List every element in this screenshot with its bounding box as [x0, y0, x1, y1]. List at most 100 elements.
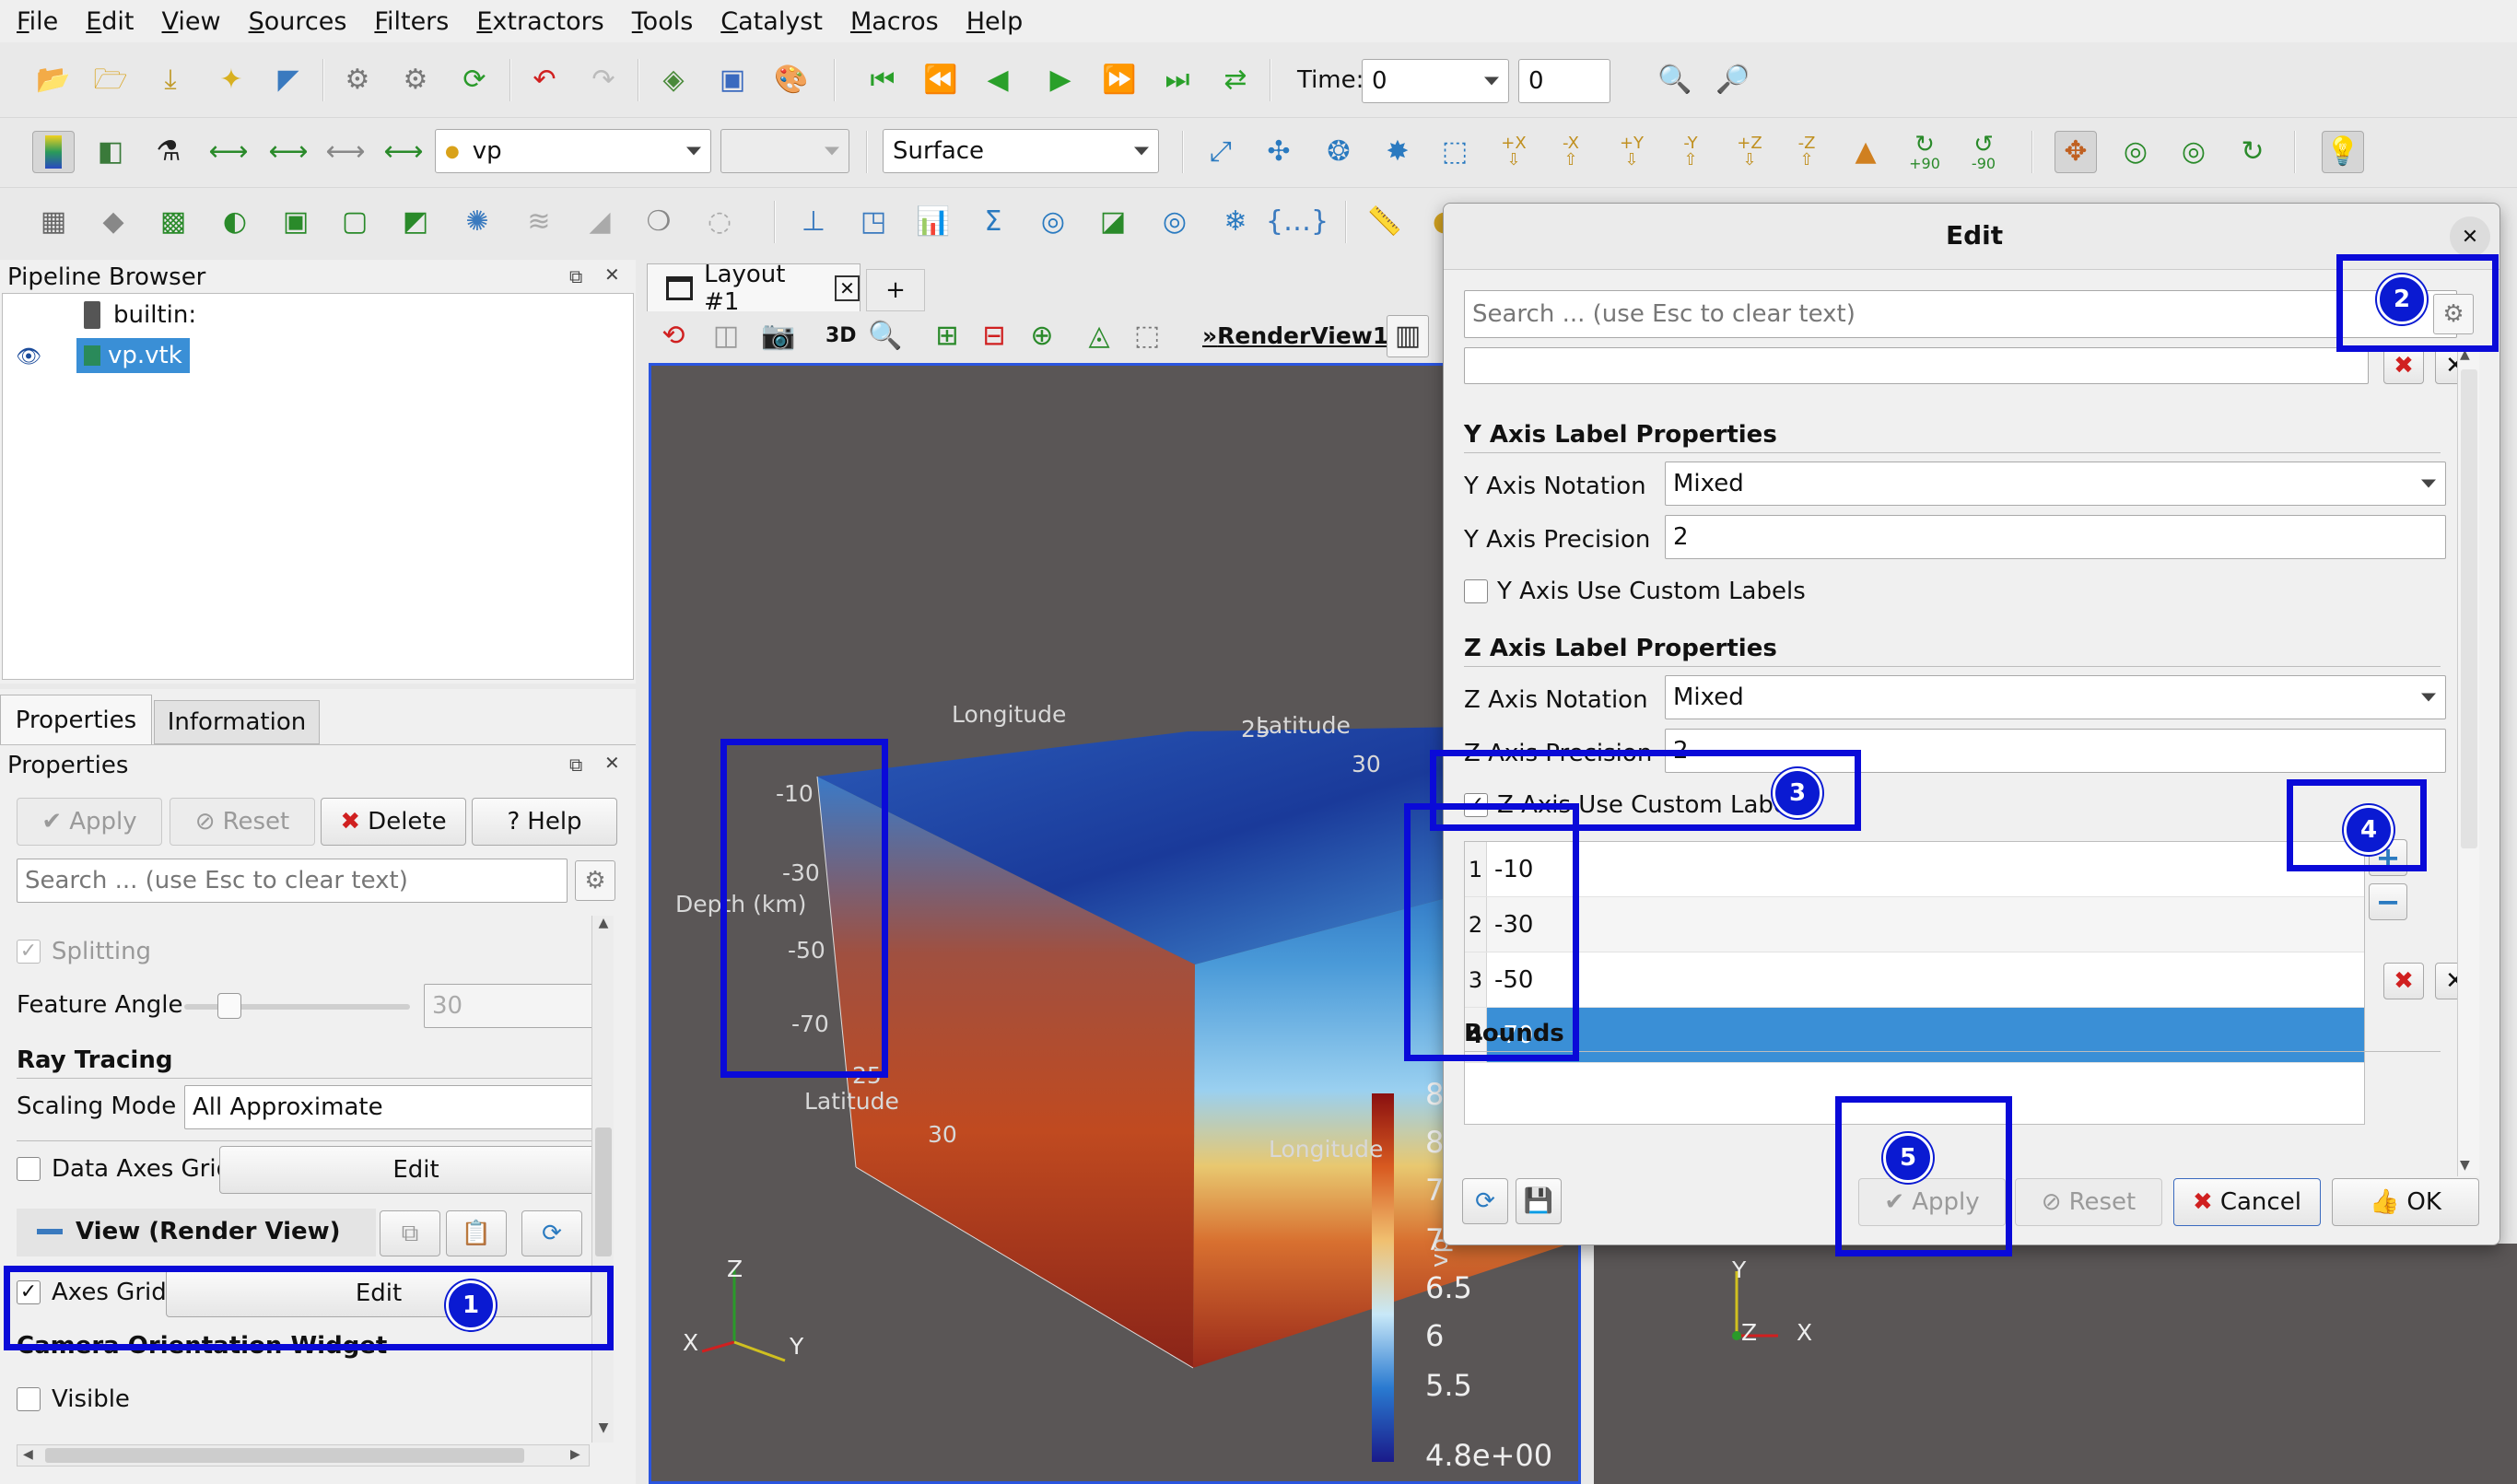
dialog-gear-icon[interactable]: ⚙	[2433, 294, 2474, 334]
reset-center-icon[interactable]: ◎	[2172, 131, 2215, 173]
timestep-spinbox[interactable]: 0	[1518, 59, 1610, 103]
component-combo[interactable]	[720, 129, 849, 173]
pipeline-item-builtin[interactable]: builtin:	[113, 301, 196, 329]
advanced-gear-icon[interactable]: ⚙	[575, 860, 615, 901]
scroll-right-icon[interactable]: ▶	[570, 1447, 580, 1462]
rescale-temporal-icon[interactable]: ⟷	[324, 131, 367, 173]
remove-all-icon-top[interactable]: ✖	[2383, 347, 2424, 384]
table-row[interactable]: 3 -50	[1465, 952, 2364, 1008]
histogram-icon[interactable]: 📊	[912, 201, 954, 243]
extract-selection-icon[interactable]: ◎	[1153, 201, 1196, 243]
capture-views-icon[interactable]: ⟲	[652, 315, 695, 357]
z-precision-input[interactable]: 2	[1665, 729, 2446, 773]
h-scroll-thumb[interactable]	[45, 1448, 524, 1463]
play-icon[interactable]: ▶	[1039, 59, 1082, 101]
scroll-down-icon[interactable]: ▼	[594, 1420, 613, 1441]
open-icon[interactable]: 📂	[32, 59, 75, 101]
view-plus-x-icon[interactable]: +X ⇩	[1493, 131, 1535, 173]
scroll-up-icon[interactable]: ▲	[594, 916, 613, 936]
find-data-icon[interactable]: 🔍	[1654, 59, 1696, 101]
python-calculator-icon[interactable]: Σ	[972, 201, 1014, 243]
center-axes-icon[interactable]: ✥	[2055, 131, 2097, 173]
pick-center-icon[interactable]: ↻	[2231, 131, 2274, 173]
secondary-render-view[interactable]: Y Z X	[1594, 1244, 2517, 1484]
zoom-closest-icon[interactable]: ✸	[1376, 131, 1419, 173]
z-notation-combo[interactable]: Mixed	[1665, 675, 2446, 719]
save-data-icon[interactable]: ⤓	[149, 59, 192, 101]
menu-sources[interactable]: Sources	[249, 7, 347, 36]
tab-information[interactable]: Information	[154, 700, 320, 744]
disconnect-icon[interactable]: ⚙	[394, 59, 437, 101]
view-minus-y-icon[interactable]: -Y ⇧	[1669, 131, 1712, 173]
close-tab-icon[interactable]: ✕	[834, 275, 860, 301]
dialog-restore-icon[interactable]: ⟳	[1462, 1178, 1508, 1224]
group-icon[interactable]: ◢	[579, 201, 621, 243]
menu-filters[interactable]: Filters	[374, 7, 449, 36]
select-frustum-icon[interactable]: ⊕	[1021, 315, 1063, 357]
rescale-visible-icon[interactable]: ⟷	[382, 131, 425, 173]
rescale-custom-icon[interactable]: ⟷	[267, 131, 310, 173]
slice-icon[interactable]: ◐	[214, 201, 256, 243]
next-frame-icon[interactable]: ⏩	[1098, 59, 1141, 101]
dialog-scroll-thumb[interactable]	[2461, 369, 2477, 848]
rotate-plus-90-icon[interactable]: ↻ +90	[1903, 131, 1946, 173]
float-properties-icon[interactable]: ⧉	[569, 754, 582, 776]
previous-custom-labels-input[interactable]	[1464, 347, 2369, 384]
clip-icon[interactable]: ▩	[152, 201, 194, 243]
dialog-apply-button[interactable]: ✔ Apply	[1858, 1178, 2006, 1226]
tab-properties[interactable]: Properties	[0, 695, 152, 744]
remove-label-minus-icon[interactable]: −	[2369, 883, 2407, 920]
plot-data-icon[interactable]: ◎	[1032, 201, 1074, 243]
dialog-scroll-down-icon[interactable]: ▼	[2460, 1158, 2470, 1173]
close-properties-icon[interactable]: ✕	[604, 752, 620, 774]
y-custom-labels-checkbox[interactable]	[1464, 579, 1488, 603]
select-block-icon[interactable]: ⬚	[1126, 315, 1168, 357]
help-button[interactable]: ? Help	[472, 798, 617, 846]
color-by-combo[interactable]: ● vp	[435, 129, 711, 173]
select-cells-icon[interactable]: ⊞	[926, 315, 968, 357]
play-reverse-icon[interactable]: ◀	[977, 59, 1019, 101]
y-precision-input[interactable]: 2	[1665, 515, 2446, 559]
menu-help[interactable]: Help	[966, 7, 1024, 36]
dialog-save-icon[interactable]: 💾	[1516, 1178, 1562, 1224]
menu-catalyst[interactable]: Catalyst	[720, 7, 823, 36]
palette-icon[interactable]: 🎨	[770, 59, 813, 101]
delete-button[interactable]: ✖ Delete	[321, 798, 466, 846]
scroll-left-icon[interactable]: ◀	[23, 1447, 33, 1462]
probe-icon[interactable]: ◳	[852, 201, 895, 243]
feature-angle-input[interactable]: 30	[424, 984, 613, 1028]
undo-icon[interactable]: ↶	[523, 59, 566, 101]
remove-all-labels-icon[interactable]: ✖	[2383, 963, 2424, 999]
y-notation-combo[interactable]: Mixed	[1665, 462, 2446, 506]
splitting-checkbox[interactable]: ✓	[17, 940, 41, 964]
previous-frame-icon[interactable]: ⏪	[919, 59, 962, 101]
camera-visible-checkbox[interactable]	[17, 1387, 41, 1411]
first-frame-icon[interactable]: ⏮	[861, 59, 904, 101]
table-row[interactable]: 1 -10	[1465, 842, 2364, 897]
menu-extractors[interactable]: Extractors	[476, 7, 603, 36]
plot-over-line-icon[interactable]: ⊥	[792, 201, 835, 243]
show-center-icon[interactable]: ◎	[2114, 131, 2157, 173]
last-frame-icon[interactable]: ⏭	[1156, 59, 1199, 101]
properties-vertical-scrollbar[interactable]: ▲ ▼	[591, 916, 614, 1443]
axes-grid-checkbox[interactable]: ✓	[17, 1280, 41, 1304]
rotate-minus-90-icon[interactable]: ↺ -90	[1962, 131, 2005, 173]
warp-icon[interactable]: ≋	[518, 201, 560, 243]
glyph-icon[interactable]: ◩	[394, 201, 437, 243]
load-state-icon[interactable]: ✦	[210, 59, 252, 101]
split-horizontal-icon[interactable]: ▥	[1387, 315, 1429, 357]
threshold-icon[interactable]: ▣	[275, 201, 317, 243]
gradient-icon[interactable]: ◌	[698, 201, 741, 243]
render-view[interactable]: Longitude 25 Latitude 30 Depth (km) -10 …	[649, 363, 1581, 1484]
dialog-vertical-scrollbar[interactable]: ▲ ▼	[2457, 347, 2479, 1176]
reset-camera-icon[interactable]: ⤢	[1200, 131, 1242, 173]
select-polygon-icon[interactable]: ◬	[1078, 315, 1120, 357]
table-row[interactable]: 2 -30	[1465, 897, 2364, 952]
axes-grid-edit-button[interactable]: Edit	[166, 1269, 591, 1317]
properties-search-input[interactable]: Search ... (use Esc to clear text)	[17, 859, 568, 903]
interactive-select-icon[interactable]: 🔍	[864, 315, 907, 357]
calculator-icon[interactable]: ▦	[32, 201, 75, 243]
reset-camera-closest-icon[interactable]: ✣	[1258, 131, 1300, 173]
z-custom-labels-checkbox[interactable]: ✓	[1464, 793, 1488, 817]
dialog-close-icon[interactable]: ✕	[2450, 216, 2490, 257]
